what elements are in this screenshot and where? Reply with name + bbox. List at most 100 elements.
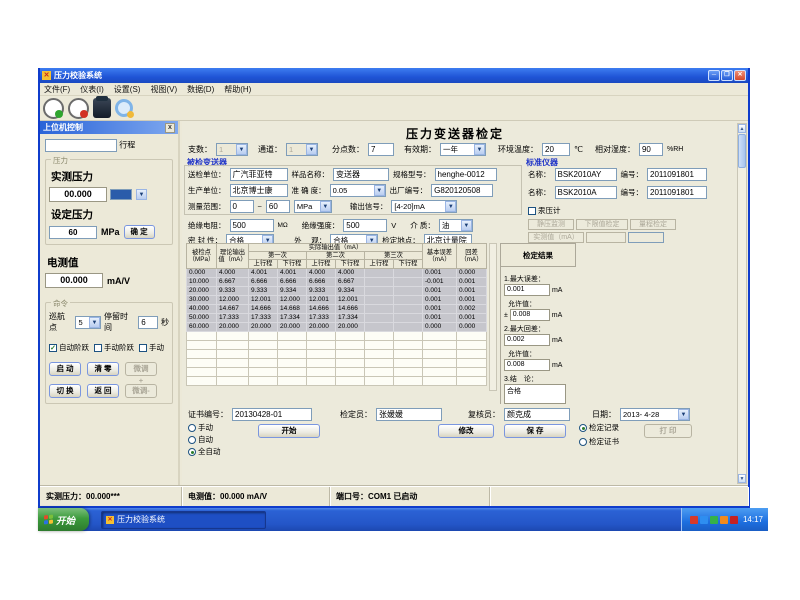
std-no-2[interactable]: 2011091801 xyxy=(647,186,707,199)
chevron-down-icon[interactable]: ▼ xyxy=(89,317,100,328)
verifier-input[interactable]: 张媛媛 xyxy=(376,408,442,421)
manual-checkbox[interactable]: 手动 xyxy=(139,342,164,353)
menu-settings[interactable]: 设置(S) xyxy=(114,84,141,95)
windows-logo-icon xyxy=(44,515,53,525)
mercury-checkbox[interactable]: 汞压计 xyxy=(528,205,561,216)
menu-help[interactable]: 帮助(H) xyxy=(224,84,251,95)
main-scrollbar[interactable]: ▲ ▼ xyxy=(737,123,747,484)
set-pressure-input[interactable]: 60 xyxy=(49,226,97,239)
table-row[interactable]: 60.00020.00020.00020.00020.00020.0000.00… xyxy=(187,322,487,331)
output-select[interactable]: [4-20]mA▼ xyxy=(391,200,457,213)
scroll-thumb[interactable] xyxy=(738,134,746,168)
temp-input[interactable]: 20 xyxy=(542,143,570,156)
model-input[interactable]: henghe-0012 xyxy=(435,168,497,181)
resistance-label: 绝缘电阻： xyxy=(188,220,226,231)
cruise-select[interactable]: 5▼ xyxy=(75,316,101,329)
tray-icon-red[interactable] xyxy=(690,516,698,524)
humidity-input[interactable]: 90 xyxy=(639,143,663,156)
menu-file[interactable]: 文件(F) xyxy=(44,84,70,95)
cert-input[interactable]: 20130428-01 xyxy=(232,408,312,421)
medium-select[interactable]: 油▼ xyxy=(439,219,473,232)
begin-button[interactable]: 开始 xyxy=(258,424,320,438)
mode-manual-radio[interactable]: 手动 xyxy=(188,422,213,433)
table-scrollbar[interactable] xyxy=(489,243,497,391)
table-row[interactable]: 10.0006.6676.6666.6666.6666.667-0.0010.0… xyxy=(187,277,487,286)
zero-button[interactable]: 清 零 xyxy=(87,362,119,376)
std-name-2[interactable]: BSK2010A xyxy=(555,186,617,199)
tray-icon-blue[interactable] xyxy=(700,516,708,524)
unit-dropdown-arrow[interactable]: ▼ xyxy=(136,189,147,200)
serial-input[interactable]: G820120508 xyxy=(431,184,493,197)
accuracy-select[interactable]: 0.05▼ xyxy=(330,184,386,197)
scroll-up-icon[interactable]: ▲ xyxy=(738,124,746,133)
confirm-button[interactable]: 确 定 xyxy=(124,225,155,239)
switch-button[interactable]: 切 换 xyxy=(49,384,81,398)
status-port: 端口号：COM1 已启动 xyxy=(330,487,490,506)
table-row[interactable]: 40.00014.66714.66614.66814.66614.6660.00… xyxy=(187,304,487,313)
return-button[interactable]: 返 回 xyxy=(87,384,119,398)
sender-input[interactable]: 广汽菲亚特 xyxy=(230,168,288,181)
scroll-down-icon[interactable]: ▼ xyxy=(738,474,746,483)
close-button[interactable]: ✕ xyxy=(734,70,746,81)
range-check-box: 量程检定 xyxy=(630,219,676,230)
title-bar[interactable]: ✕ 压力校验系统 ─ ❐ ✕ xyxy=(40,68,748,83)
std-no-1[interactable]: 2011091801 xyxy=(647,168,707,181)
record-radio[interactable]: 检定记录 xyxy=(579,422,619,433)
start-button[interactable]: 启 动 xyxy=(49,362,81,376)
range-to-input[interactable]: 60 xyxy=(266,200,290,213)
unit-selector[interactable] xyxy=(110,189,132,200)
sample-input[interactable]: 变送器 xyxy=(333,168,389,181)
valve-icon[interactable] xyxy=(93,98,111,118)
strength-input[interactable]: 500 xyxy=(343,219,387,232)
certificate-radio[interactable]: 检定证书 xyxy=(579,436,619,447)
points-input[interactable]: 7 xyxy=(368,143,394,156)
maker-input[interactable]: 北京博士康 xyxy=(230,184,288,197)
restore-button[interactable]: ❐ xyxy=(721,70,733,81)
auto-step-checkbox[interactable]: ✓自动阶跃 xyxy=(49,342,89,353)
table-row[interactable]: 50.00017.33317.33317.33417.33317.3340.00… xyxy=(187,313,487,322)
strength-label: 绝缘强度： xyxy=(302,220,340,231)
dwell-input[interactable]: 6 xyxy=(138,316,158,329)
channel-select: 1▼ xyxy=(286,143,318,156)
allow2-value: 0.008 xyxy=(504,359,550,371)
trim-plus-button: 微调+ xyxy=(125,362,157,376)
chevron-down-icon[interactable]: ▼ xyxy=(678,409,689,420)
modify-button[interactable]: 修改 xyxy=(438,424,494,438)
menu-data[interactable]: 数据(D) xyxy=(187,84,214,95)
start-button[interactable]: 开始 xyxy=(38,508,89,531)
emeter-value: 00.000 xyxy=(45,273,103,288)
tray-icon-shield[interactable] xyxy=(730,516,738,524)
date-select[interactable]: 2013- 4-28▼ xyxy=(620,408,690,421)
save-button[interactable]: 保 存 xyxy=(504,424,566,438)
humidity-unit: %RH xyxy=(667,146,683,153)
tray-icon-orange[interactable] xyxy=(720,516,728,524)
gauge-red-icon[interactable] xyxy=(68,98,89,119)
reviewer-input[interactable]: 颜克成 xyxy=(504,408,570,421)
resistance-input[interactable]: 500 xyxy=(230,219,274,232)
page-title: 压力变送器检定 xyxy=(182,125,728,142)
gauge-green-icon[interactable] xyxy=(43,98,64,119)
chevron-down-icon[interactable]: ▼ xyxy=(474,144,485,155)
clock[interactable]: 14:17 xyxy=(743,515,763,524)
dwell-label: 停留时间 xyxy=(104,311,135,333)
validity-select[interactable]: 一年▼ xyxy=(440,143,486,156)
range-unit-select[interactable]: MPa▼ xyxy=(294,200,332,213)
mode-auto-radio[interactable]: 自动 xyxy=(188,434,213,445)
taskbar-task-app[interactable]: ✕ 压力校验系统 xyxy=(101,511,266,529)
count-select: 1▼ xyxy=(216,143,248,156)
magnifier-icon[interactable] xyxy=(115,99,133,117)
table-row[interactable]: 30.00012.00012.00112.00012.00112.0010.00… xyxy=(187,295,487,304)
manual-step-checkbox[interactable]: 手动阶跃 xyxy=(94,342,134,353)
tray-icon-green[interactable] xyxy=(710,516,718,524)
mode-fullauto-radio[interactable]: 全自动 xyxy=(188,446,221,457)
table-row[interactable]: 20.0009.3339.3339.3349.3339.3340.0010.00… xyxy=(187,286,487,295)
std-name-1[interactable]: BSK2010AY xyxy=(555,168,617,181)
dwell-unit: 秒 xyxy=(161,317,169,328)
table-row[interactable]: 0.0004.0004.0014.0014.0004.0000.0010.000 xyxy=(187,268,487,277)
range-from-input[interactable]: 0 xyxy=(230,200,254,213)
menu-view[interactable]: 视图(V) xyxy=(150,84,177,95)
menu-instrument[interactable]: 仪表(I) xyxy=(80,84,104,95)
panel-close-icon[interactable]: x xyxy=(165,123,175,133)
travel-input[interactable] xyxy=(45,139,117,152)
minimize-button[interactable]: ─ xyxy=(708,70,720,81)
